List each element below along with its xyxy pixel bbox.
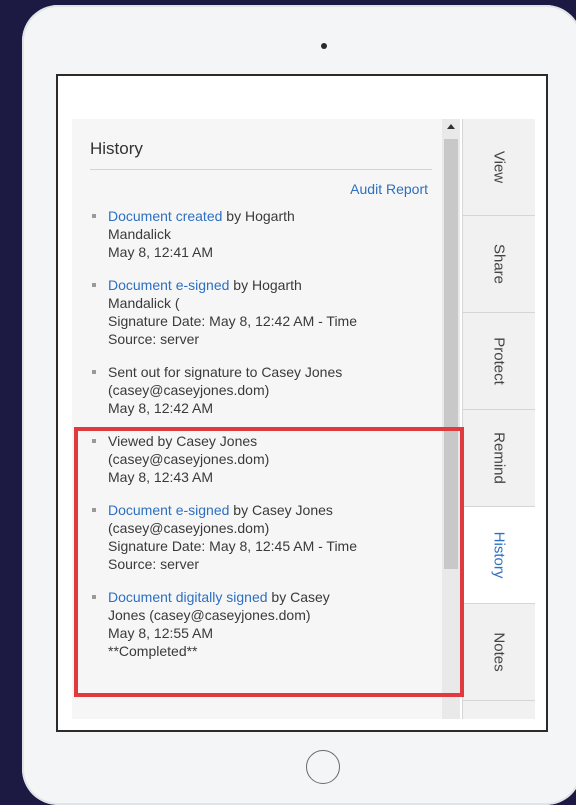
tab-share[interactable]: Share: [463, 216, 535, 313]
history-entry-line: Signature Date: May 8, 12:45 AM - Time: [108, 538, 358, 554]
tab-label: View: [490, 150, 508, 184]
history-entry-line: Signature Date: May 8, 12:42 AM - Time: [108, 313, 358, 329]
panel-title: History: [90, 139, 143, 158]
tab-history[interactable]: History: [463, 507, 535, 604]
tab-label: Remind: [490, 432, 508, 484]
history-entry-line: (casey@caseyjones.dom): [108, 520, 270, 536]
history-entry-line: May 8, 12:43 AM: [108, 469, 214, 485]
tab-label: Notes: [490, 632, 508, 672]
history-entry-link[interactable]: Document e-signed: [108, 277, 229, 293]
tab-label: History: [490, 531, 508, 579]
history-entry-line: Document e-signed by Casey Jones: [108, 501, 435, 519]
history-entry-link[interactable]: Document e-signed: [108, 502, 229, 518]
tab-notes[interactable]: Notes: [463, 604, 535, 701]
tab-label: Protect: [490, 337, 508, 385]
history-entry-line: Viewed by Casey Jones: [108, 433, 258, 449]
history-panel: History Audit Report Document created by…: [72, 119, 442, 719]
history-entry-text: by Hogarth: [222, 208, 295, 224]
history-entry-line: (casey@caseyjones.dom): [108, 451, 270, 467]
history-entry: Document e-signed by Casey Jones (casey@c…: [90, 501, 435, 573]
history-entry: Document e-signed by Hogarth Mandalick (S…: [90, 276, 435, 348]
history-entry: Viewed by Casey Jones (casey@caseyjones.d…: [90, 432, 435, 486]
scrollbar[interactable]: [442, 119, 460, 719]
home-button[interactable]: [306, 750, 340, 784]
tab-remind[interactable]: Remind: [463, 410, 535, 507]
tab-label: Share: [490, 243, 508, 285]
tab-protect[interactable]: Protect: [463, 313, 535, 410]
history-entry-line: Mandalick: [108, 226, 172, 242]
history-entry-line: Document created by Hogarth: [108, 207, 435, 225]
side-tabs: View Share Protect Remind History Notes: [462, 119, 535, 719]
history-entry-text: by Casey: [267, 589, 330, 605]
history-list: Document created by Hogarth Mandalick May …: [90, 207, 435, 675]
tab-view[interactable]: View: [463, 119, 535, 216]
history-entry-line: Mandalick (: [108, 295, 180, 311]
scroll-thumb[interactable]: [444, 139, 458, 569]
history-entry: Document created by Hogarth Mandalick May …: [90, 207, 435, 261]
history-entry-line: Sent out for signature to Casey Jones: [108, 364, 343, 380]
title-divider: [90, 169, 432, 170]
history-entry-line: May 8, 12:42 AM: [108, 400, 214, 416]
history-entry: Sent out for signature to Casey Jones (ca…: [90, 363, 435, 417]
history-entry-line: **Completed**: [108, 643, 198, 659]
app-screen: History Audit Report Document created by…: [56, 74, 548, 732]
history-entry-line: (casey@caseyjones.dom): [108, 382, 270, 398]
history-entry-line: Document digitally signed by Casey: [108, 588, 435, 606]
scroll-up-icon[interactable]: [447, 124, 455, 129]
history-entry-text: by Casey Jones: [229, 502, 333, 518]
history-entry-link[interactable]: Document created: [108, 208, 222, 224]
audit-report-link[interactable]: Audit Report: [350, 181, 428, 197]
camera-icon: [321, 43, 327, 49]
history-entry: Document digitally signed by Casey Jones …: [90, 588, 435, 660]
history-entry-line: May 8, 12:41 AM: [108, 244, 214, 260]
history-entry-link[interactable]: Document digitally signed: [108, 589, 268, 605]
history-entry-line: May 8, 12:55 AM: [108, 625, 214, 641]
history-entry-line: Document e-signed by Hogarth: [108, 276, 435, 294]
history-entry-line: Jones (casey@caseyjones.dom): [108, 607, 311, 623]
history-entry-text: by Hogarth: [229, 277, 302, 293]
history-entry-line: Source: server: [108, 331, 200, 347]
history-entry-line: Source: server: [108, 556, 200, 572]
